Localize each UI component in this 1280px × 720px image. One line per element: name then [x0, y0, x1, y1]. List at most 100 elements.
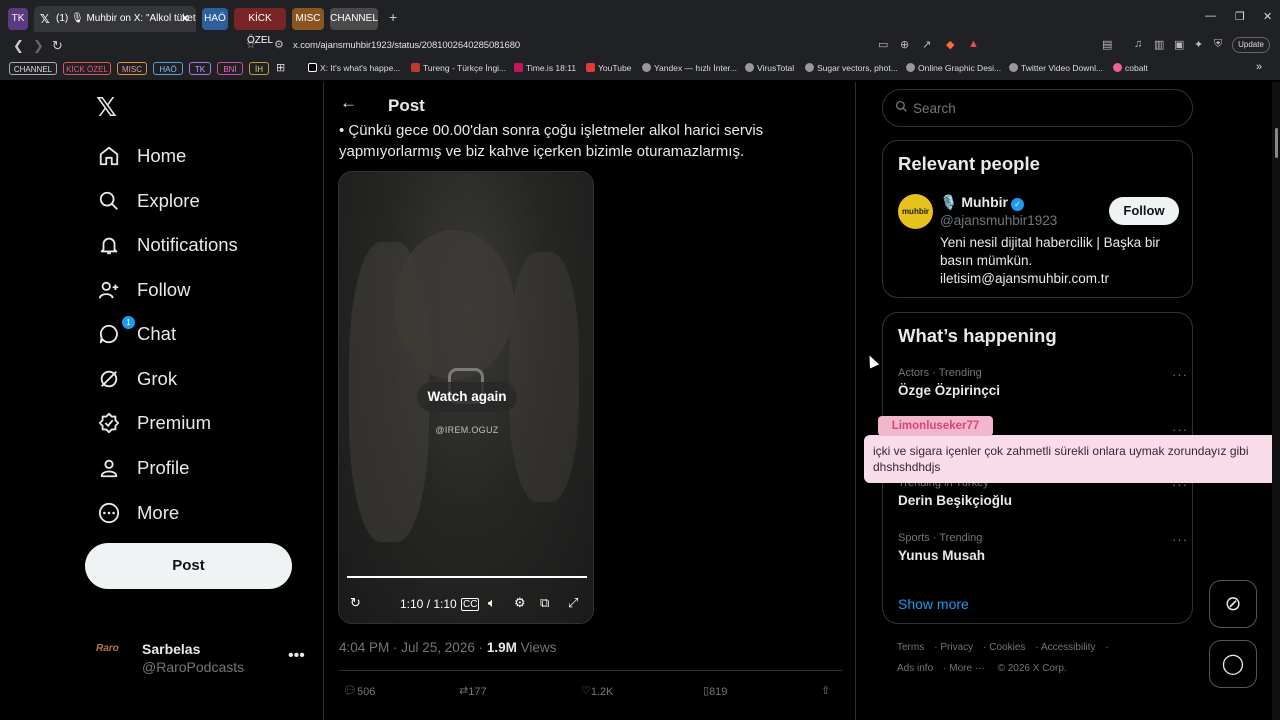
- grok-fab-icon[interactable]: ⊘: [1209, 580, 1257, 628]
- like-button[interactable]: ♡ 1.2K: [581, 684, 614, 698]
- follow-button[interactable]: Follow: [1109, 197, 1179, 225]
- footer-more[interactable]: More ···: [949, 663, 985, 674]
- tab-group-hao[interactable]: HAÖ: [202, 8, 228, 30]
- cast-icon[interactable]: ▭: [878, 38, 888, 51]
- video-player[interactable]: Watch again @IREM.OGUZ ↻ 1:10 / 1:10 CC …: [338, 171, 594, 624]
- maximize-icon[interactable]: ❐: [1235, 10, 1245, 23]
- bookmark-tureng[interactable]: Tureng - Türkçe İngi...: [411, 63, 506, 73]
- brave-rewards-icon[interactable]: ▲: [968, 38, 979, 50]
- close-tab-icon[interactable]: ✕: [181, 6, 190, 32]
- tab-group-tk[interactable]: TK: [8, 8, 28, 30]
- reading-list-icon[interactable]: ▥: [1154, 38, 1164, 51]
- relevant-people-card: Relevant people muhbir 🎙️ Muhbir ✓ @ajans…: [882, 140, 1193, 298]
- apps-grid-icon[interactable]: ⊞: [276, 61, 285, 74]
- avatar[interactable]: muhbir: [898, 194, 933, 229]
- messages-fab-icon[interactable]: ◯: [1209, 640, 1257, 688]
- close-window-icon[interactable]: ✕: [1263, 10, 1272, 23]
- tab-group-kick[interactable]: KİCK ÖZEL: [234, 8, 286, 46]
- forward-icon[interactable]: ❯: [33, 38, 44, 54]
- nav-profile[interactable]: Profile: [96, 453, 189, 483]
- bookmark-twitter-video[interactable]: Twitter Video Downl...: [1009, 63, 1103, 73]
- bookmark-x[interactable]: X: It's what's happe...: [308, 63, 400, 73]
- share-post-icon[interactable]: ⇧: [821, 684, 830, 697]
- nav-premium[interactable]: Premium: [96, 408, 211, 438]
- sidebar-toggle-icon[interactable]: ▤: [1102, 38, 1112, 51]
- post-button[interactable]: Post: [85, 543, 292, 589]
- repost-button[interactable]: ⇄ 177: [459, 684, 487, 698]
- bookmark-page-icon[interactable]: ☆: [246, 38, 256, 51]
- brave-shield-icon[interactable]: ◆: [946, 38, 954, 51]
- pip-icon[interactable]: ⧉: [540, 595, 549, 611]
- search-input[interactable]: Search: [882, 89, 1193, 127]
- media-icon[interactable]: ♫: [1134, 38, 1142, 50]
- address-bar[interactable]: x.com/ajansmuhbir1923/status/20810026402…: [293, 40, 520, 51]
- trend-more-icon[interactable]: ···: [1172, 532, 1188, 547]
- post-timestamp[interactable]: 4:04 PM · Jul 25, 2026 ·: [339, 640, 487, 655]
- volume-icon[interactable]: 🔈︎: [488, 595, 496, 611]
- footer-ads[interactable]: Ads info: [897, 663, 933, 674]
- relevant-person-name[interactable]: 🎙️ Muhbir ✓: [940, 194, 1024, 211]
- zoom-icon[interactable]: ⊕: [900, 38, 909, 51]
- scrollbar[interactable]: [1272, 82, 1280, 720]
- bookmark-tag-ih[interactable]: İH: [249, 62, 269, 75]
- bookmark-tag-channel[interactable]: CHANNEL: [9, 62, 57, 75]
- reload-icon[interactable]: ↻: [52, 38, 63, 54]
- bookmark-tag-bni[interactable]: BNİ: [217, 62, 243, 75]
- post-header: ← Post: [324, 82, 855, 122]
- fullscreen-icon[interactable]: ⤢: [568, 595, 578, 611]
- nav-more[interactable]: More: [96, 498, 179, 528]
- footer-terms[interactable]: Terms: [897, 642, 924, 653]
- trend-item[interactable]: Actors · Trending Özge Özpirinçci ···: [898, 367, 1188, 398]
- relevant-person-handle[interactable]: @ajansmuhbir1923: [940, 213, 1057, 228]
- reply-button[interactable]: 💬︎ 506: [343, 684, 375, 698]
- account-more-icon[interactable]: •••: [288, 647, 305, 665]
- bookmark-timeis[interactable]: Time.is 18:11: [514, 63, 576, 73]
- tab-group-channel[interactable]: CHANNEL: [330, 8, 378, 30]
- replay-icon[interactable]: ↻: [350, 595, 361, 611]
- bookmark-tag-misc[interactable]: MISC: [117, 62, 147, 75]
- wallet-icon[interactable]: ▣: [1174, 38, 1184, 51]
- x-logo-icon[interactable]: 𝕏: [96, 92, 117, 123]
- nav-explore[interactable]: Explore: [96, 186, 200, 216]
- nav-home[interactable]: Home: [96, 141, 186, 171]
- minimize-icon[interactable]: —: [1205, 10, 1216, 22]
- footer-privacy[interactable]: Privacy: [940, 642, 973, 653]
- show-more-link[interactable]: Show more: [898, 596, 969, 612]
- tab-active[interactable]: 𝕏 (1) 🎙 Muhbir on X: "Alkol tüketi ✕: [34, 6, 196, 32]
- video-progress-bar[interactable]: [347, 576, 587, 578]
- footer-accessibility[interactable]: Accessibility: [1041, 642, 1095, 653]
- settings-icon[interactable]: ⚙: [514, 595, 526, 611]
- more-bookmarks-icon[interactable]: »: [1256, 61, 1262, 73]
- ai-icon[interactable]: ✦: [1194, 38, 1203, 51]
- nav-grok[interactable]: Grok: [96, 364, 177, 394]
- tab-group-misc[interactable]: MISC: [292, 8, 324, 30]
- trend-item[interactable]: Sports · Trending Yunus Musah ···: [898, 532, 1188, 563]
- trend-category: Sports · Trending: [898, 532, 983, 544]
- new-tab-icon[interactable]: +: [389, 9, 397, 25]
- nav-chat[interactable]: 1 Chat: [96, 316, 176, 349]
- bookmark-cobalt[interactable]: cobalt: [1113, 63, 1148, 73]
- share-icon[interactable]: ↗: [922, 38, 931, 51]
- account-switcher[interactable]: Raro Sarbelas @RaroPodcasts •••: [96, 637, 306, 677]
- bookmark-graphic[interactable]: Online Graphic Desi...: [906, 63, 1001, 73]
- bookmark-virustotal[interactable]: VirusTotal: [745, 63, 794, 73]
- bookmark-yandex[interactable]: Yandex — hızlı İnter...: [642, 63, 737, 73]
- update-button[interactable]: Update: [1232, 37, 1270, 53]
- back-arrow-icon[interactable]: ←: [340, 93, 357, 113]
- bookmark-tag-kick[interactable]: KİCK ÖZEL: [63, 62, 111, 75]
- bookmark-tag-tk[interactable]: TK: [189, 62, 211, 75]
- watch-again-button[interactable]: Watch again: [417, 382, 517, 412]
- nav-follow[interactable]: Follow: [96, 275, 190, 305]
- captions-icon[interactable]: CC: [461, 598, 480, 611]
- bookmark-tag-hao[interactable]: HAÖ: [153, 62, 183, 75]
- trend-more-icon[interactable]: ···: [1172, 367, 1188, 382]
- bookmark-button[interactable]: ▯ 819: [703, 684, 727, 698]
- site-info-icon[interactable]: ⚙: [274, 38, 284, 51]
- vpn-icon[interactable]: ⛨: [1214, 38, 1222, 51]
- nav-notifications[interactable]: Notifications: [96, 230, 238, 260]
- footer-cookies[interactable]: Cookies: [989, 642, 1025, 653]
- scrollbar-thumb[interactable]: [1275, 128, 1278, 158]
- back-icon[interactable]: ❮: [13, 38, 24, 54]
- bookmark-sugar[interactable]: Sugar vectors, phot...: [805, 63, 898, 73]
- bookmark-youtube[interactable]: YouTube: [586, 63, 631, 73]
